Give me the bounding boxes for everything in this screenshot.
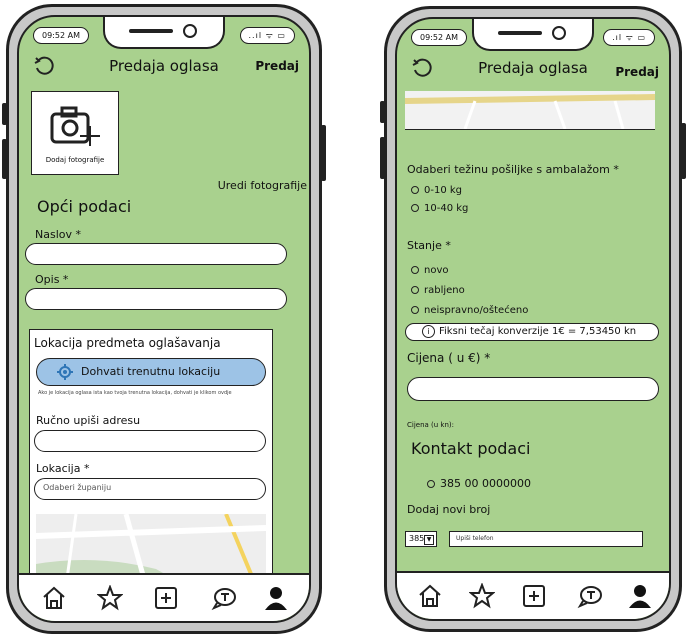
radio-icon <box>411 186 419 194</box>
side-button <box>380 101 385 123</box>
manual-address-label: Ručno upiši adresu <box>36 414 141 427</box>
location-card: Lokacija predmeta oglašavanja Dohvati tr… <box>29 329 273 589</box>
crosshair-icon <box>57 364 73 380</box>
country-code-value: 385 <box>409 534 425 543</box>
notch <box>103 17 225 49</box>
radio-icon <box>411 286 419 294</box>
manual-address-input[interactable] <box>34 430 266 452</box>
phone-input-placeholder: Upiši telefon <box>456 535 494 542</box>
condition-label: Stanje * <box>407 239 451 252</box>
edit-photos-link[interactable]: Uredi fotografije <box>218 179 307 192</box>
side-button <box>321 125 326 181</box>
side-button <box>2 103 7 125</box>
add-number-label: Dodaj novi broj <box>407 503 491 516</box>
condition-option-damaged[interactable]: neispravno/oštećeno <box>411 305 528 316</box>
status-bar: 09:52 AM ..ıl ᯤ ▭ <box>19 17 309 51</box>
add-icon[interactable] <box>521 583 547 609</box>
map-preview[interactable] <box>405 91 655 130</box>
radio-icon <box>411 204 419 212</box>
conversion-info: i Fiksni tečaj konverzije 1€ = 7,53450 kn <box>405 323 659 341</box>
county-label: Lokacija * <box>36 462 90 475</box>
app-bar: Predaja oglasa Predaj <box>397 55 669 85</box>
left-phone-frame: 09:52 AM ..ıl ᯤ ▭ Predaja oglasa Predaj <box>2 4 326 634</box>
chevron-down-icon: ▼ <box>424 535 434 545</box>
status-time: 09:52 AM <box>33 27 89 44</box>
front-camera-icon <box>183 24 197 38</box>
price-input[interactable] <box>407 377 659 401</box>
add-photos-button[interactable]: Dodaj fotografije <box>31 91 119 175</box>
description-input[interactable] <box>25 288 287 310</box>
location-title: Lokacija predmeta oglašavanja <box>34 336 221 350</box>
side-button <box>681 123 686 179</box>
side-button <box>2 139 7 179</box>
condition-option-used[interactable]: rabljeno <box>411 285 465 296</box>
add-icon[interactable] <box>153 585 179 611</box>
star-icon[interactable] <box>97 585 123 611</box>
weight-option-label: 10-40 kg <box>424 203 469 214</box>
conversion-info-text: Fiksni tečaj konverzije 1€ = 7,53450 kn <box>439 326 637 337</box>
side-button <box>380 137 385 179</box>
county-placeholder: Odaberi županiju <box>43 483 112 492</box>
front-camera-icon <box>552 26 566 40</box>
weight-option-label: 0-10 kg <box>424 185 463 196</box>
fetch-location-label: Dohvati trenutnu lokaciju <box>81 365 221 378</box>
county-select[interactable]: Odaberi županiju <box>34 478 266 500</box>
title-input[interactable] <box>25 243 287 265</box>
camera-plus-icon <box>50 106 100 146</box>
app-bar: Predaja oglasa Predaj <box>19 53 309 83</box>
location-hint: Ako je lokacija oglasa ista kao tvoja tr… <box>38 390 232 396</box>
right-screen: 09:52 AM .ıl ᯤ ▭ Predaja oglasa Predaj O… <box>395 17 671 621</box>
map-image <box>405 91 655 129</box>
radio-icon <box>411 306 419 314</box>
profile-icon[interactable] <box>627 583 653 609</box>
add-photos-label: Dodaj fotografije <box>45 156 105 164</box>
right-phone-frame: 09:52 AM .ıl ᯤ ▭ Predaja oglasa Predaj O… <box>380 6 686 632</box>
status-time: 09:52 AM <box>411 29 467 46</box>
chat-icon[interactable] <box>577 583 603 609</box>
chat-icon[interactable] <box>211 585 237 611</box>
condition-option-label: rabljeno <box>424 285 465 296</box>
title-label: Naslov * <box>35 228 81 241</box>
notch <box>472 19 594 51</box>
radio-icon <box>427 480 435 488</box>
speaker-icon <box>129 29 173 33</box>
description-label: Opis * <box>35 273 69 286</box>
left-screen: 09:52 AM ..ıl ᯤ ▭ Predaja oglasa Predaj <box>17 15 311 623</box>
bottom-tab-bar <box>397 571 669 619</box>
contact-number-option[interactable]: 385 00 0000000 <box>427 477 531 490</box>
star-icon[interactable] <box>469 583 495 609</box>
phone-input[interactable]: Upiši telefon <box>449 531 643 547</box>
info-icon: i <box>422 324 435 338</box>
status-icons: ..ıl ᯤ ▭ <box>239 27 295 44</box>
condition-option-label: neispravno/oštećeno <box>424 305 529 316</box>
contact-number: 385 00 0000000 <box>440 477 531 490</box>
weight-option-10-40[interactable]: 10-40 kg <box>411 203 468 214</box>
bottom-tab-bar <box>19 573 309 621</box>
country-code-select[interactable]: 385 ▼ <box>405 531 437 547</box>
speaker-icon <box>498 31 542 35</box>
submit-button[interactable]: Predaj <box>615 65 659 79</box>
price-label: Cijena ( u €) * <box>407 351 491 365</box>
submit-button[interactable]: Predaj <box>255 59 299 73</box>
radio-icon <box>411 266 419 274</box>
status-bar: 09:52 AM .ıl ᯤ ▭ <box>397 19 669 53</box>
general-section-title: Opći podaci <box>37 197 132 216</box>
weight-option-0-10[interactable]: 0-10 kg <box>411 185 462 196</box>
home-icon[interactable] <box>417 583 443 609</box>
condition-option-new[interactable]: novo <box>411 265 449 276</box>
fetch-location-button[interactable]: Dohvati trenutnu lokaciju <box>36 358 266 386</box>
status-icons: .ıl ᯤ ▭ <box>603 29 655 46</box>
contact-section-title: Kontakt podaci <box>411 439 531 458</box>
profile-icon[interactable] <box>263 585 289 611</box>
condition-option-label: novo <box>424 265 449 276</box>
price-kn-label: Cijena (u kn): <box>407 421 455 429</box>
weight-label: Odaberi težinu pošiljke s ambalažom * <box>407 163 619 176</box>
home-icon[interactable] <box>41 585 67 611</box>
